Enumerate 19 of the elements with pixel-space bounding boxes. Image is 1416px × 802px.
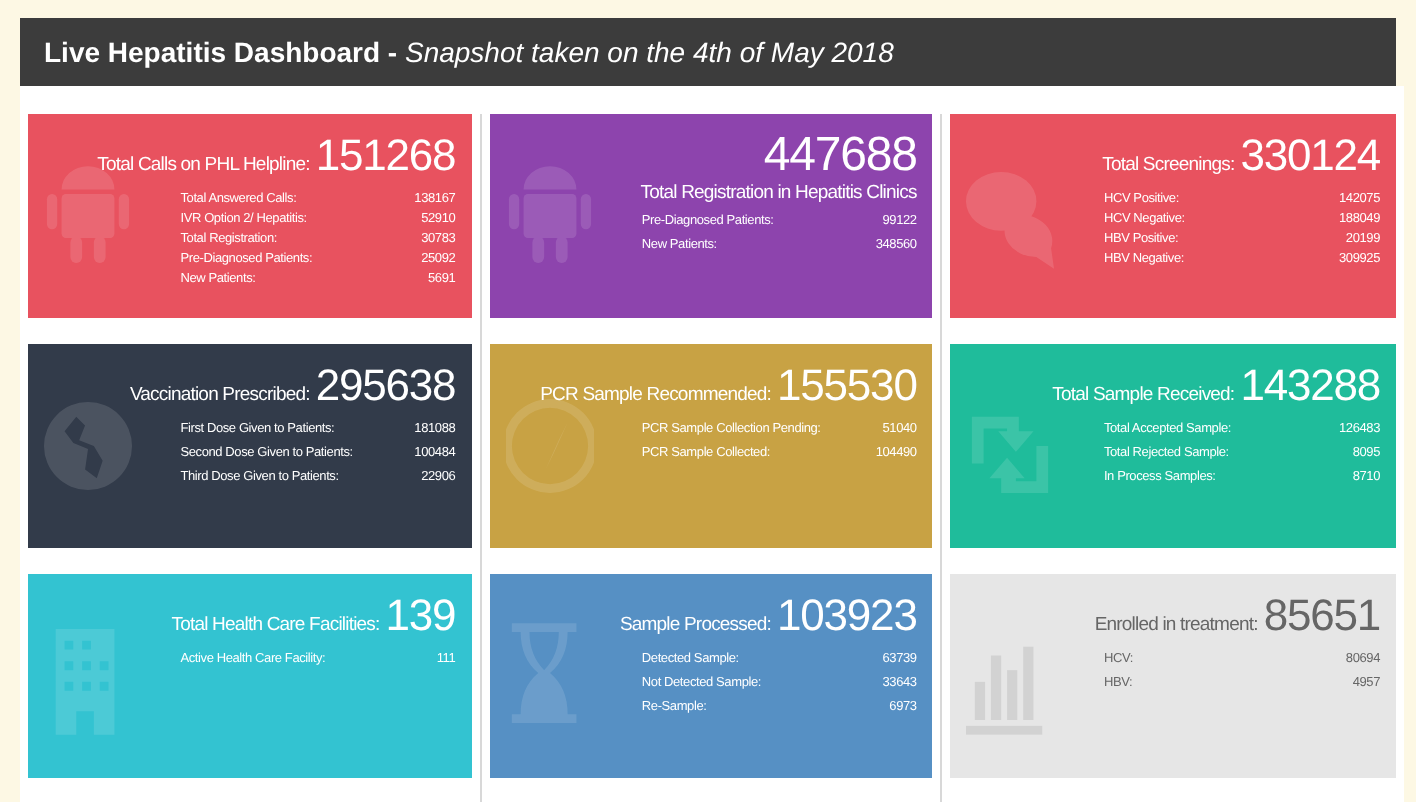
total-value: 151268 <box>315 130 456 182</box>
total-value: 143288 <box>1240 360 1380 412</box>
card-title: Total Screenings: <box>1102 154 1235 176</box>
total-value: 155530 <box>777 360 917 412</box>
card-title: Sample Processed: <box>619 614 772 636</box>
total-value: 85651 <box>1263 590 1380 642</box>
card-title: Total Health Care Facilities: <box>171 614 380 636</box>
total-value: 103923 <box>777 590 917 642</box>
card-title: Total Sample Received: <box>1052 384 1235 406</box>
total-value: 139 <box>385 590 456 642</box>
total-value: 330124 <box>1240 130 1380 182</box>
dashboard-title: Live Hepatitis Dashboard - Snapshot taken on the 4th of May 2018 <box>44 36 894 68</box>
total-value: 295638 <box>315 360 456 412</box>
card-title: Enrolled in treatment: <box>1094 614 1258 636</box>
card-title: Total Registration in Hepatitis Clinics <box>640 182 917 204</box>
card-title: Total Calls on PHL Helpline: <box>97 154 310 176</box>
total-value: 447688 <box>763 130 917 182</box>
card-title: Vaccination Prescribed: <box>129 384 310 406</box>
card-title: PCR Sample Recommended: <box>540 384 772 406</box>
